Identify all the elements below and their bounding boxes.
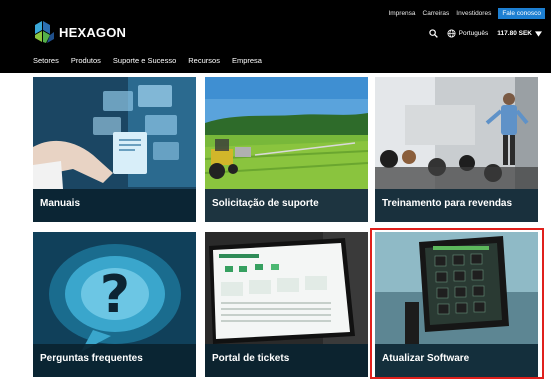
globe-icon bbox=[447, 29, 456, 38]
utility-link-imprensa[interactable]: Imprensa bbox=[388, 10, 415, 17]
tile-atualizar-software[interactable]: Atualizar Software bbox=[375, 232, 538, 377]
brand-name: HEXAGON bbox=[59, 24, 127, 40]
tile-label: Manuais bbox=[33, 189, 196, 222]
header-tools: Português 117.80 SEK bbox=[428, 29, 542, 38]
tile-treinamento-para-revendas[interactable]: Treinamento para revendas bbox=[375, 77, 538, 222]
tile-perguntas-frequentes[interactable]: ? Perguntas frequentes bbox=[33, 232, 196, 377]
nav-item-recursos[interactable]: Recursos bbox=[188, 56, 220, 65]
question-mark-icon: ? bbox=[100, 265, 130, 325]
utility-link-investidores[interactable]: Investidores bbox=[456, 10, 491, 17]
caret-down-icon bbox=[535, 30, 542, 37]
search-icon[interactable] bbox=[428, 29, 438, 38]
hexagon-logo[interactable]: HEXAGON bbox=[33, 20, 126, 44]
language-label: Português bbox=[458, 30, 489, 37]
nav-item-empresa[interactable]: Empresa bbox=[232, 56, 262, 65]
tile-label: Solicitação de suporte bbox=[205, 189, 368, 222]
contact-button[interactable]: Fale conosco bbox=[498, 8, 545, 19]
tile-manuais[interactable]: Manuais bbox=[33, 77, 196, 222]
main-nav: Setores Produtos Suporte e Sucesso Recur… bbox=[33, 56, 262, 65]
tile-label: Perguntas frequentes bbox=[33, 344, 196, 377]
nav-item-produtos[interactable]: Produtos bbox=[71, 56, 101, 65]
tile-label: Portal de tickets bbox=[205, 344, 368, 377]
tile-solicitacao-de-suporte[interactable]: Solicitação de suporte bbox=[205, 77, 368, 222]
nav-item-setores[interactable]: Setores bbox=[33, 56, 59, 65]
tile-label: Treinamento para revendas bbox=[375, 189, 538, 222]
hexagon-logo-icon bbox=[35, 21, 54, 43]
tile-portal-de-tickets[interactable]: Portal de tickets bbox=[205, 232, 368, 377]
utility-link-carreiras[interactable]: Carreiras bbox=[423, 10, 450, 17]
site-header: Imprensa Carreiras Investidores Fale con… bbox=[0, 0, 551, 73]
tile-label: Atualizar Software bbox=[375, 344, 538, 377]
nav-item-suporte-e-sucesso[interactable]: Suporte e Sucesso bbox=[113, 56, 176, 65]
utility-nav: Imprensa Carreiras Investidores Fale con… bbox=[388, 8, 545, 19]
currency-selector[interactable]: 117.80 SEK bbox=[497, 30, 542, 37]
currency-label: 117.80 SEK bbox=[497, 30, 532, 37]
language-selector[interactable]: Português bbox=[447, 29, 489, 38]
